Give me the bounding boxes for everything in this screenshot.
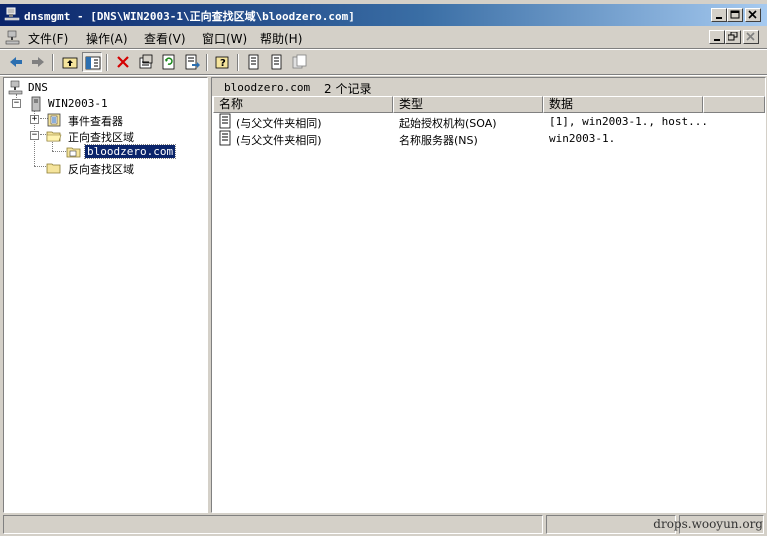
- back-arrow-icon: [10, 57, 22, 67]
- menu-divider: [0, 48, 767, 50]
- forward-button[interactable]: [28, 52, 48, 72]
- toolbar-separator: [206, 54, 208, 71]
- refresh-button[interactable]: [159, 52, 179, 72]
- event-viewer-icon: [46, 112, 62, 128]
- column-header-name[interactable]: 名称: [213, 96, 393, 113]
- status-panel-main: [3, 515, 543, 534]
- column-header-data[interactable]: 数据: [543, 96, 703, 113]
- refresh-icon: [162, 54, 175, 70]
- menu-bar: 文件(F) 操作(A) 查看(V) 窗口(W) 帮助(H): [0, 27, 767, 48]
- column-header-filler: [703, 96, 765, 113]
- tree-node-server[interactable]: − WIN2003-1: [6, 96, 186, 112]
- new-record-3-icon: [292, 54, 307, 69]
- tree-label-dns: DNS: [28, 81, 48, 94]
- new-host-button[interactable]: [244, 52, 264, 72]
- table-row[interactable]: (与父文件夹相同) 起始授权机构(SOA) [1], win2003-1., h…: [214, 113, 762, 130]
- minimize-icon: [714, 39, 720, 41]
- menu-view[interactable]: 查看(V): [144, 30, 186, 47]
- close-icon: [748, 10, 757, 19]
- window-title: dnsmgmt - [DNS\WIN2003-1\正向查找区域\bloodzer…: [24, 10, 355, 23]
- mmc-doc-icon[interactable]: [5, 30, 21, 46]
- watermark-text: drops.wooyun.org: [653, 517, 763, 531]
- new-mail-exchanger-button[interactable]: [290, 52, 310, 72]
- delete-button[interactable]: [113, 52, 133, 72]
- new-record-icon: [248, 54, 259, 70]
- properties-button[interactable]: [136, 52, 156, 72]
- help-icon: ?: [215, 56, 229, 69]
- close-button[interactable]: [745, 8, 761, 22]
- folder-open-icon: [46, 128, 62, 144]
- up-folder-icon: [62, 57, 78, 69]
- new-alias-button[interactable]: [267, 52, 287, 72]
- delete-icon: [117, 56, 129, 68]
- child-minimize-button[interactable]: [709, 30, 725, 44]
- status-bar: drops.wooyun.org: [0, 514, 767, 536]
- tree-node-reverse-zones[interactable]: 反向查找区域: [6, 160, 186, 176]
- tree-label-event-viewer: 事件查看器: [68, 115, 123, 128]
- forward-arrow-icon: [32, 57, 44, 67]
- record-type-cell: 起始授权机构(SOA): [399, 117, 497, 130]
- export-list-icon: [185, 54, 200, 70]
- maximize-icon: [730, 10, 740, 19]
- menu-file[interactable]: 文件(F): [28, 30, 68, 47]
- restore-icon: [728, 32, 738, 41]
- toolbar-separator: [237, 54, 239, 71]
- child-restore-button[interactable]: [725, 30, 741, 44]
- zone-name-label: bloodzero.com: [224, 81, 311, 94]
- tree-label-bloodzero-zone: bloodzero.com: [83, 144, 177, 159]
- record-data-cell: win2003-1.: [549, 132, 616, 145]
- back-button[interactable]: [6, 52, 26, 72]
- dns-app-icon[interactable]: [4, 7, 20, 23]
- record-data-cell: [1], win2003-1., host...: [549, 115, 708, 128]
- tree-node-bloodzero-zone[interactable]: bloodzero.com: [6, 144, 186, 160]
- console-tree-pane[interactable]: DNS − WIN2003-1 + 事件查看器 − 正向查找区域 bloodze…: [3, 77, 208, 513]
- title-bar[interactable]: dnsmgmt - [DNS\WIN2003-1\正向查找区域\bloodzer…: [0, 4, 767, 26]
- toolbar: ?: [0, 51, 767, 73]
- record-name-cell: (与父文件夹相同): [236, 117, 322, 130]
- close-icon: [746, 32, 755, 41]
- tree-label-reverse-zones: 反向查找区域: [68, 163, 134, 176]
- tree-node-event-viewer[interactable]: + 事件查看器: [6, 112, 186, 128]
- tree-label-server: WIN2003-1: [48, 97, 108, 110]
- record-icon: [218, 130, 232, 149]
- tree-node-forward-zones[interactable]: − 正向查找区域: [6, 128, 186, 144]
- record-type-cell: 名称服务器(NS): [399, 134, 478, 147]
- help-button[interactable]: ?: [213, 52, 233, 72]
- collapse-server-toggle[interactable]: −: [12, 99, 21, 108]
- svg-text:?: ?: [220, 58, 226, 69]
- server-icon: [28, 96, 44, 112]
- record-name-cell: (与父文件夹相同): [236, 134, 322, 147]
- table-row[interactable]: (与父文件夹相同) 名称服务器(NS) win2003-1.: [214, 130, 762, 147]
- up-one-level-button[interactable]: [60, 52, 80, 72]
- toolbar-divider: [0, 74, 767, 76]
- expand-event-viewer-toggle[interactable]: +: [30, 115, 39, 124]
- menu-help[interactable]: 帮助(H): [260, 30, 302, 47]
- menu-action[interactable]: 操作(A): [86, 30, 128, 47]
- maximize-button[interactable]: [727, 8, 743, 22]
- tree-label-forward-zones: 正向查找区域: [68, 131, 134, 144]
- record-count-label: 2 个记录: [324, 82, 372, 96]
- new-record-2-icon: [271, 54, 282, 70]
- dns-icon: [8, 80, 24, 96]
- toolbar-separator: [106, 54, 108, 71]
- details-header-bar: bloodzero.com 2 个记录: [212, 78, 765, 96]
- properties-icon: [139, 54, 153, 69]
- menu-window[interactable]: 窗口(W): [202, 30, 247, 47]
- zone-icon: [66, 144, 82, 160]
- column-header-type[interactable]: 类型: [393, 96, 543, 113]
- tree-node-dns[interactable]: DNS: [6, 80, 186, 96]
- minimize-icon: [716, 17, 722, 19]
- show-tree-icon: [85, 56, 101, 70]
- minimize-button[interactable]: [711, 8, 727, 22]
- toolbar-separator: [52, 54, 54, 71]
- collapse-forward-zones-toggle[interactable]: −: [30, 131, 39, 140]
- folder-icon: [46, 160, 62, 176]
- show-hide-tree-button[interactable]: [82, 52, 102, 72]
- child-close-button[interactable]: [743, 30, 759, 44]
- export-list-button[interactable]: [182, 52, 202, 72]
